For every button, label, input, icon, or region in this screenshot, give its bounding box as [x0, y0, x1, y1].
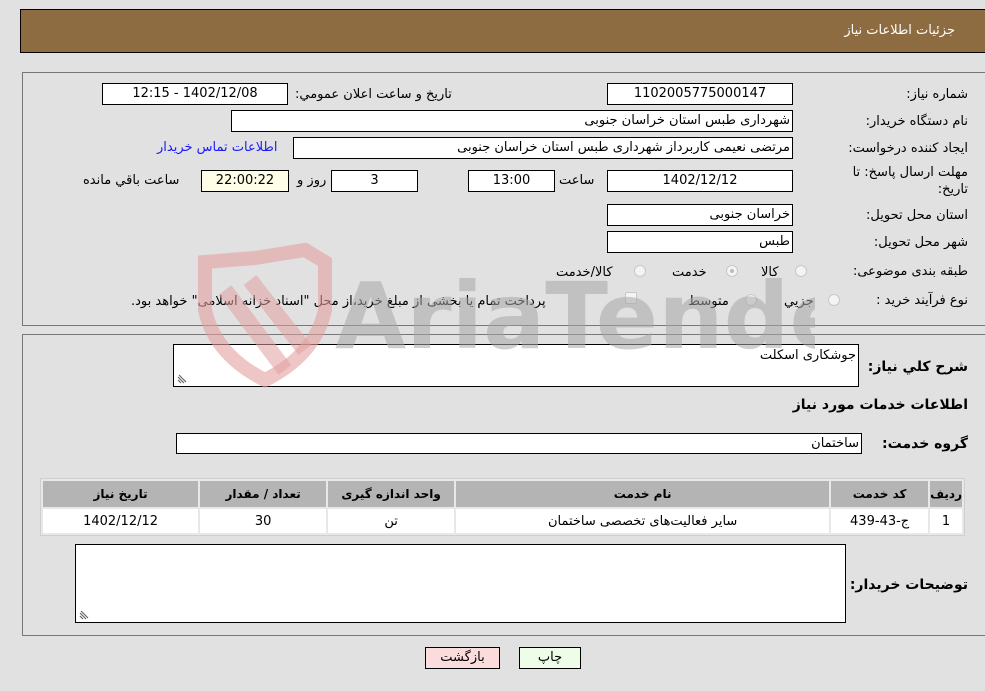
province-field[interactable]: خراسان جنوبی [607, 204, 793, 226]
treasury-note: پرداخت تمام یا بخشی از مبلغ خرید،از محل … [131, 294, 546, 309]
process-type-label: نوع فرآیند خرید : [876, 293, 968, 308]
process-radio-medium[interactable] [745, 294, 757, 306]
cell-quantity: 30 [200, 509, 327, 533]
buyer-org-label: نام دستگاه خریدار: [865, 114, 968, 129]
deadline-time-field[interactable]: 13:00 [468, 170, 555, 192]
buyer-org-field[interactable]: شهرداری طبس استان خراسان جنوبی [231, 110, 793, 132]
process-option-medium: متوسط [688, 294, 729, 309]
deadline-date-field[interactable]: 1402/12/12 [607, 170, 793, 192]
treasury-checkbox[interactable] [625, 292, 637, 304]
buyer-contact-link[interactable]: اطلاعات تماس خریدار [157, 140, 277, 155]
need-number-label: شماره نیاز: [906, 87, 968, 102]
category-radio-goods-service[interactable] [634, 265, 646, 277]
service-group-field[interactable]: ساختمان [176, 433, 862, 454]
service-group-label: گروه خدمت: [882, 436, 968, 452]
resize-grip-icon[interactable] [177, 374, 187, 384]
creator-field[interactable]: مرتضی نعیمی کاربرداز شهرداری طبس استان خ… [293, 137, 793, 159]
back-button[interactable]: بازگشت [425, 647, 500, 669]
cell-row-number: 1 [930, 509, 962, 533]
announce-datetime-label: تاریخ و ساعت اعلان عمومي: [295, 87, 452, 102]
province-label: استان محل تحویل: [866, 208, 968, 223]
remaining-time-label: ساعت باقي مانده [83, 173, 180, 188]
col-service-code: کد خدمت [831, 481, 929, 507]
category-radio-goods[interactable] [795, 265, 807, 277]
buyer-notes-textarea[interactable] [75, 544, 846, 623]
cell-need-date: 1402/12/12 [43, 509, 199, 533]
table-header-row: ردیف کد خدمت نام خدمت واحد اندازه گیری ت… [43, 481, 962, 507]
col-row-number: ردیف [930, 481, 962, 507]
city-label: شهر محل تحویل: [873, 235, 968, 250]
category-option-goods: کالا [761, 265, 779, 280]
category-label: طبقه بندی موضوعی: [852, 264, 968, 279]
announce-datetime-field[interactable]: 1402/12/08 - 12:15 [102, 83, 288, 105]
days-label: روز و [297, 173, 327, 188]
city-field[interactable]: طبس [607, 231, 793, 253]
deadline-time-label: ساعت [559, 173, 595, 188]
cell-unit: تن [328, 509, 455, 533]
col-service-name: نام خدمت [456, 481, 830, 507]
col-need-date: تاریخ نیاز [43, 481, 199, 507]
description-textarea[interactable]: جوشکاری اسکلت [173, 344, 859, 387]
services-table: ردیف کد خدمت نام خدمت واحد اندازه گیری ت… [40, 478, 965, 536]
category-option-goods-service: کالا/خدمت [556, 265, 613, 280]
print-button[interactable]: چاپ [519, 647, 581, 669]
creator-label: ایجاد کننده درخواست: [848, 141, 968, 156]
description-text: جوشکاری اسکلت [759, 348, 856, 363]
remaining-time-field: 22:00:22 [201, 170, 289, 192]
col-quantity: تعداد / مقدار [200, 481, 327, 507]
description-label: شرح کلي نیاز: [867, 359, 968, 375]
buyer-notes-label: توضیحات خریدار: [849, 577, 968, 593]
process-radio-minor[interactable] [828, 294, 840, 306]
page-title: جزئیات اطلاعات نیاز [844, 23, 955, 38]
process-option-minor: جزيي [784, 294, 814, 309]
category-option-service: خدمت [672, 265, 707, 280]
deadline-label-date: تاریخ: [937, 182, 968, 197]
deadline-label: مهلت ارسال پاسخ: تا [852, 165, 968, 180]
page-header: جزئیات اطلاعات نیاز [20, 9, 985, 53]
category-radio-service[interactable] [726, 265, 738, 277]
resize-grip-icon[interactable] [79, 610, 89, 620]
table-row: 1 ج-43-439 سایر فعالیت‌های تخصصی ساختمان… [43, 509, 962, 533]
services-section-title: اطلاعات خدمات مورد نیاز [792, 397, 968, 413]
col-unit: واحد اندازه گیری [328, 481, 455, 507]
days-remaining-field[interactable]: 3 [331, 170, 418, 192]
cell-service-code: ج-43-439 [831, 509, 929, 533]
need-number-field[interactable]: 1102005775000147 [607, 83, 793, 105]
cell-service-name: سایر فعالیت‌های تخصصی ساختمان [456, 509, 830, 533]
